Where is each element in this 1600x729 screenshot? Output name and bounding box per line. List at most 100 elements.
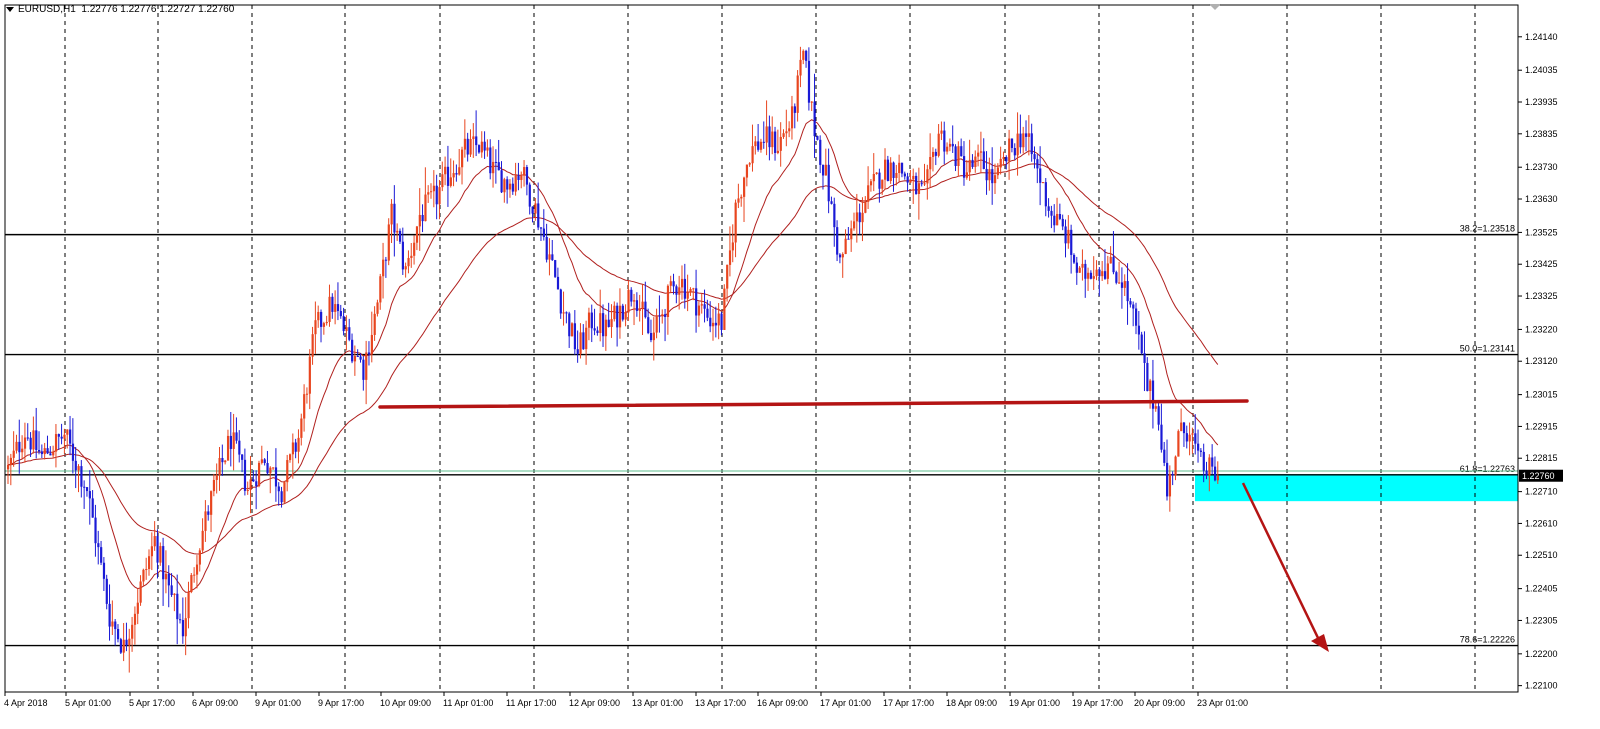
candle xyxy=(1030,123,1033,162)
candle-body xyxy=(740,196,743,199)
candle-body xyxy=(1135,308,1138,326)
candle-body xyxy=(122,639,125,653)
candle-body xyxy=(1081,263,1084,268)
candle xyxy=(759,138,763,153)
candle-body xyxy=(703,304,706,309)
candle xyxy=(754,136,757,155)
candle xyxy=(198,548,201,572)
candle-body xyxy=(280,491,283,503)
candle-body xyxy=(695,288,698,316)
candle-body xyxy=(1213,466,1217,481)
candle-body xyxy=(43,448,46,455)
candle-body xyxy=(1160,424,1163,450)
candle xyxy=(661,309,664,324)
candle xyxy=(830,196,833,205)
candle xyxy=(604,314,608,351)
candle-body xyxy=(489,147,492,174)
candle-body xyxy=(571,323,574,337)
candle-body xyxy=(255,481,258,487)
candle xyxy=(455,164,458,182)
candle xyxy=(757,124,760,152)
candle xyxy=(782,129,785,139)
candle-body xyxy=(164,573,168,580)
candle-body xyxy=(159,546,162,563)
y-tick-label: 1.23325 xyxy=(1525,291,1558,301)
candle-body xyxy=(988,169,991,181)
chart-window[interactable]: 38.2=1.23518 50.0=1.23141 61.8=1.22763 78.6… xyxy=(0,0,1600,729)
candle xyxy=(483,131,486,159)
candle-body xyxy=(404,266,407,270)
candle xyxy=(187,581,190,629)
candle xyxy=(596,326,599,336)
candle-body xyxy=(410,255,413,258)
candle xyxy=(111,600,114,636)
candle-body xyxy=(906,176,909,183)
candle-body xyxy=(210,491,213,515)
candle-body xyxy=(396,230,399,233)
candle xyxy=(162,537,165,606)
candle xyxy=(1010,138,1014,153)
candle xyxy=(421,204,424,233)
x-tick-label: 23 Apr 01:00 xyxy=(1197,698,1248,708)
candle xyxy=(432,170,436,208)
candle-body xyxy=(100,547,103,563)
ohlc-quote: 1.22776 1.22776 1.22727 1.22760 xyxy=(81,4,235,15)
candle-body xyxy=(277,486,280,492)
support-line xyxy=(378,399,1249,409)
candle-body xyxy=(596,330,599,334)
candle xyxy=(1160,403,1163,453)
candle xyxy=(920,179,923,187)
candle xyxy=(511,177,514,195)
candlestick-chart[interactable]: 38.2=1.23518 50.0=1.23141 61.8=1.22763 78.6… xyxy=(0,0,1600,729)
candle-body xyxy=(308,356,311,394)
candle-body xyxy=(666,285,670,317)
candle xyxy=(613,301,616,322)
candle-body xyxy=(15,441,18,451)
dropdown-triangle-icon[interactable] xyxy=(6,6,14,12)
candle xyxy=(734,199,737,258)
candle xyxy=(602,304,605,347)
y-tick-label: 1.22510 xyxy=(1525,550,1558,560)
candle-body xyxy=(359,356,362,360)
candle-body xyxy=(692,288,695,290)
candle xyxy=(937,124,940,158)
candle-body xyxy=(1120,282,1124,288)
candle-body xyxy=(647,317,650,334)
candle xyxy=(398,228,402,245)
candle-body xyxy=(551,254,554,261)
candle xyxy=(430,183,433,199)
candle xyxy=(1151,359,1155,429)
candle xyxy=(559,288,562,319)
candle-body xyxy=(150,546,154,557)
x-tick-label: 9 Apr 17:00 xyxy=(318,698,364,708)
candle xyxy=(54,424,58,468)
candle-body xyxy=(568,313,571,337)
candle-body xyxy=(238,440,241,455)
candle xyxy=(807,47,811,111)
candle-body xyxy=(1211,457,1214,467)
candle xyxy=(542,209,545,241)
candle-body xyxy=(1123,281,1126,288)
candle-body xyxy=(579,332,582,354)
candle xyxy=(771,116,774,155)
candle xyxy=(847,227,850,240)
candle-body xyxy=(762,141,765,143)
candle-body xyxy=(207,511,210,515)
candle xyxy=(477,144,481,154)
x-tick-label: 5 Apr 01:00 xyxy=(65,698,111,708)
candle xyxy=(906,172,909,192)
candle xyxy=(418,188,421,251)
candle xyxy=(218,447,221,491)
candle xyxy=(320,309,323,343)
candle-body xyxy=(565,312,568,314)
candle-body xyxy=(427,192,430,195)
candle xyxy=(235,417,238,444)
candle-body xyxy=(1151,380,1155,409)
candle-body xyxy=(257,462,261,487)
candle-body xyxy=(23,437,27,449)
candle xyxy=(266,450,269,475)
candle xyxy=(979,131,983,174)
candle-body xyxy=(991,169,994,184)
candle xyxy=(1115,270,1118,285)
candle-body xyxy=(32,430,35,450)
